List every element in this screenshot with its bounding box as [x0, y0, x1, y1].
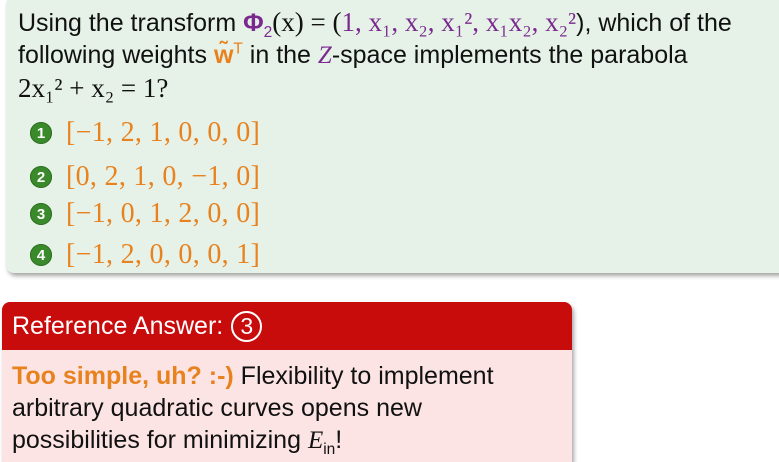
option-2[interactable]: 2 [0, 2, 1, 0, −1, 0] [30, 159, 260, 195]
answer-line-2: arbitrary quadratic curves opens new [12, 394, 422, 422]
line2-post: -space implements the parabola [331, 41, 688, 69]
answer-line3-post: ! [335, 426, 343, 454]
transform-arg: (x) [272, 7, 304, 37]
option-number-icon: 4 [30, 244, 52, 266]
transform-name: Φ [243, 9, 264, 37]
reference-answer-title: Reference Answer: [12, 311, 224, 340]
weights-sup: T [233, 40, 243, 58]
question-line-3: 2x₁² + x₂ = 1? [18, 72, 778, 105]
option-number-icon: 1 [30, 122, 52, 144]
reference-answer-number: 3 [231, 310, 263, 342]
weights-symbol: w̃ [213, 41, 234, 69]
line2-pre: following weights [18, 41, 214, 69]
option-text: [−1, 2, 0, 0, 0, 1] [66, 239, 261, 270]
space-symbol: Z [317, 42, 332, 69]
answer-lead: Too simple, uh? :-) [12, 362, 234, 390]
option-text: [−1, 2, 1, 0, 0, 0] [66, 117, 261, 148]
option-1[interactable]: 1 [−1, 2, 1, 0, 0, 0] [30, 115, 260, 151]
option-number-icon: 2 [30, 166, 52, 188]
question-text: Using the transform Φ2(x) = (1, x₁, x₂, … [18, 6, 778, 105]
option-4[interactable]: 4 [−1, 2, 0, 0, 0, 1] [30, 237, 260, 273]
reference-answer-box: Reference Answer: 3 Too simple, uh? :-) … [2, 302, 572, 462]
reference-answer-header: Reference Answer: 3 [2, 302, 572, 350]
transform-components: 1, x₁, x₂, x₁², x₁x₂, x₂² [341, 7, 577, 37]
question-line-2: following weights w̃T in the Z-space imp… [18, 39, 778, 72]
ein-symbol: E [307, 427, 324, 454]
option-number-icon: 3 [30, 203, 52, 225]
question-line1-end: ), which of the [576, 9, 732, 37]
answer-line-1: Too simple, uh? :-) Flexibility to imple… [12, 360, 562, 392]
reference-answer-body: Too simple, uh? :-) Flexibility to imple… [12, 360, 562, 457]
ein-sub: in [323, 441, 336, 458]
answer-line1-rest: Flexibility to implement [233, 362, 494, 390]
option-text: [−1, 0, 1, 2, 0, 0] [66, 198, 261, 229]
parabola: 2x₁² + x₂ = 1? [18, 73, 169, 103]
equals: = ( [303, 7, 342, 37]
line2-mid: in the [242, 41, 318, 69]
question-line-1: Using the transform Φ2(x) = (1, x₁, x₂, … [18, 6, 778, 40]
option-3[interactable]: 3 [−1, 0, 1, 2, 0, 0] [30, 196, 260, 232]
option-text: [0, 2, 1, 0, −1, 0] [66, 161, 261, 192]
question-prefix: Using the transform [18, 9, 244, 37]
answer-line3-pre: possibilities for minimizing [12, 426, 308, 454]
answer-line-3: possibilities for minimizing Ein! [12, 424, 562, 457]
